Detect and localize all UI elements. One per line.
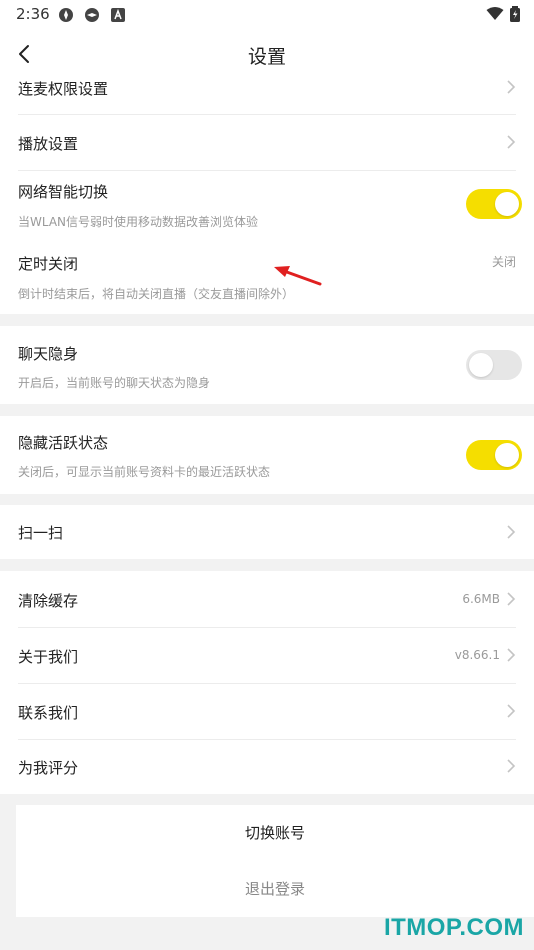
hide-active-row: 隐藏活跃状态 关闭后，可显示当前账号资料卡的最近活跃状态 [0,416,534,494]
row-label: 聊天隐身 [18,345,79,363]
status-time: 2:36 [16,5,50,23]
chat-invisible-toggle[interactable] [466,350,522,380]
about-us-row[interactable]: 关于我们 v8.66.1 [0,628,534,683]
timer-close-value: 关闭 [491,255,516,269]
chevron-right-icon [507,648,516,662]
contact-us-row[interactable]: 联系我们 [0,684,534,739]
toggle-knob [469,353,493,377]
cache-size-value: 6.6MB [462,592,500,606]
mic-permission-row[interactable]: 连麦权限设置 [0,80,534,114]
app-notification-icon [59,8,73,22]
row-label: 播放设置 [18,135,79,153]
app-version-value: v8.66.1 [454,648,500,662]
row-label: 联系我们 [18,704,79,722]
switch-account-button[interactable]: 切换账号 [16,805,534,861]
hide-active-toggle[interactable] [466,440,522,470]
row-label: 定时关闭 [18,255,79,273]
row-label: 关于我们 [18,648,79,666]
row-description: 倒计时结束后，将自动关闭直播（交友直播间除外） [18,287,295,301]
network-switch-row: 网络智能切换 当WLAN信号弱时使用移动数据改善浏览体验 [0,171,534,241]
chevron-right-icon [507,135,516,149]
row-label: 清除缓存 [18,592,79,610]
app-notification-icon [85,8,99,22]
wifi-icon [486,7,504,20]
chevron-right-icon [507,759,516,773]
settings-section-general: 连麦权限设置 播放设置 网络智能切换 当WLAN信号弱时使用移动数据改善浏览体验… [0,80,534,314]
row-description: 关闭后，可显示当前账号资料卡的最近活跃状态 [18,465,271,479]
logout-button[interactable]: 退出登录 [16,861,534,917]
chat-invisible-row: 聊天隐身 开启后，当前账号的聊天状态为隐身 [0,326,534,404]
annotation-arrow-icon [274,266,322,286]
battery-icon [510,6,520,22]
clear-cache-row[interactable]: 清除缓存 6.6MB [0,571,534,627]
app-header: 设置 [0,28,534,80]
scan-row[interactable]: 扫一扫 [0,505,534,559]
settings-section-chat-invisible: 聊天隐身 开启后，当前账号的聊天状态为隐身 [0,326,534,404]
row-label: 连麦权限设置 [18,80,109,98]
settings-section-about: 清除缓存 6.6MB 关于我们 v8.66.1 联系我们 为我评分 [0,571,534,794]
network-switch-toggle[interactable] [466,189,522,219]
chevron-right-icon [507,525,516,539]
playback-settings-row[interactable]: 播放设置 [0,115,534,170]
row-description: 开启后，当前账号的聊天状态为隐身 [18,376,211,390]
watermark-logo: ITMOP.COM [383,914,524,941]
status-bar: 2:36 [0,0,534,28]
timer-close-row[interactable]: 定时关闭 关闭 倒计时结束后，将自动关闭直播（交友直播间除外） [0,241,534,314]
rate-us-row[interactable]: 为我评分 [0,740,534,794]
row-label: 网络智能切换 [18,183,109,201]
font-icon [111,8,125,22]
toggle-knob [495,443,519,467]
row-label: 为我评分 [18,759,79,777]
chevron-right-icon [507,80,516,94]
account-actions-section: 切换账号 退出登录 [0,805,534,917]
page-title: 设置 [247,46,286,68]
settings-section-hide-active: 隐藏活跃状态 关闭后，可显示当前账号资料卡的最近活跃状态 [0,416,534,494]
row-description: 当WLAN信号弱时使用移动数据改善浏览体验 [18,215,259,229]
settings-section-scan: 扫一扫 [0,505,534,559]
chevron-right-icon [507,704,516,718]
chevron-right-icon [507,592,516,606]
toggle-knob [495,192,519,216]
row-label: 隐藏活跃状态 [18,434,109,452]
row-label: 扫一扫 [18,524,64,542]
